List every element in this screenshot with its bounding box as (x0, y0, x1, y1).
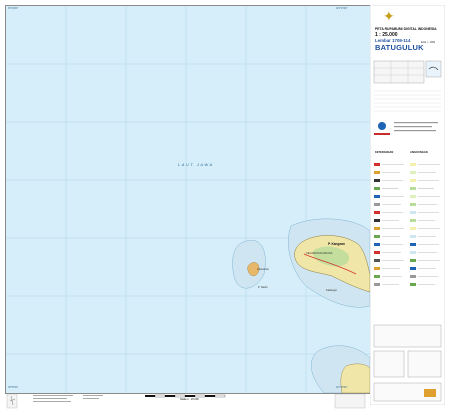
map-frame[interactable]: LAUT JAWA P. Kangean Kelurahan KECAMATAN… (5, 5, 371, 394)
corner-coordinate: 115°15'00" (336, 7, 348, 10)
corner-coordinate: 05°40'00" (8, 7, 19, 10)
sheet-name: BATUGULUK (375, 43, 424, 52)
garuda-emblem-icon: ✦ (383, 8, 395, 24)
sea-label: LAUT JAWA (178, 162, 214, 167)
place-label: Kalianget (326, 289, 337, 292)
legend-heading-right: LINGKUNGAN (410, 151, 428, 154)
reef-outline (232, 239, 266, 289)
legend-panel (370, 5, 445, 405)
legend-heading: KETERANGAN (375, 151, 394, 154)
place-label: P. Saobi (258, 286, 268, 289)
place-label: Kelurahan (257, 268, 269, 271)
scale-bar-label: Skala 1 : 25.000 (180, 398, 199, 401)
corner-coordinate: 115°30'00" (336, 386, 348, 389)
corner-coordinate: 05°55'00" (8, 386, 19, 389)
place-label: KECAMATAN ARJASA (306, 252, 333, 255)
island-name: P. Kangean (328, 242, 345, 246)
coordinate-grid (6, 6, 370, 393)
map-canvas (6, 6, 370, 393)
bottom-strip (6, 393, 366, 409)
map-sheet: LAUT JAWA P. Kangean Kelurahan KECAMATAN… (0, 0, 450, 411)
series-title: PETA RUPABUMI DIGITAL INDONESIA (375, 27, 437, 31)
edition-label: Edisi I - 1999 (421, 41, 435, 44)
